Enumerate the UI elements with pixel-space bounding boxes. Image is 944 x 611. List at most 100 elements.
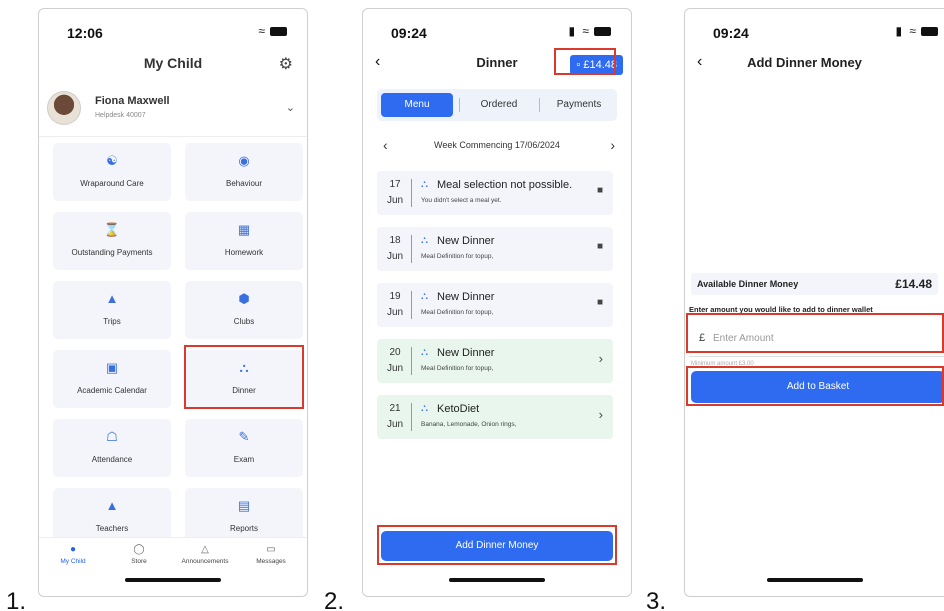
phone-screen-dinner: 09:24 ▮ ≈ ‹ Dinner ▫ £14.48 Menu Ordered… [362, 8, 632, 597]
meal-row[interactable]: 19 Jun ⛬ New Dinner Meal Definition for … [377, 283, 613, 327]
tile-label: Academic Calendar [77, 386, 147, 395]
available-value: £14.48 [895, 277, 932, 291]
lock-icon: ■ [596, 185, 603, 196]
meal-row[interactable]: 20 Jun ⛬ New Dinner Meal Definition for … [377, 339, 613, 383]
attendance-icon: ☖ [106, 429, 118, 444]
chevron-right-icon[interactable]: › [599, 407, 603, 422]
tile-wraparound-care[interactable]: ☯ Wraparound Care [53, 143, 171, 201]
status-bar: 09:24 ▮ ≈ [685, 9, 944, 49]
tab-my-child[interactable]: ● My Child [41, 544, 105, 565]
tile-label: Outstanding Payments [71, 248, 153, 257]
phone-screen-my-child: 12:06 ≈ My Child ⚙ Fiona Maxwell Helpdes… [38, 8, 308, 597]
tile-label: Trips [103, 317, 121, 326]
tab-store[interactable]: ◯ Store [107, 544, 171, 565]
meal-day: 20 [389, 347, 401, 358]
highlight-amount-field [686, 313, 944, 353]
chevron-right-icon[interactable]: › [599, 351, 603, 366]
segmented-control: Menu Ordered Payments [377, 89, 617, 121]
meal-name: New Dinner [437, 291, 495, 303]
avatar [47, 91, 81, 125]
tile-label: Exam [233, 455, 255, 464]
person-icon: ● [69, 544, 77, 555]
cube-icon: ⬢ [238, 291, 250, 306]
available-label: Available Dinner Money [697, 279, 799, 289]
week-navigator: ‹ Week Commencing 17/06/2024 › [363, 137, 631, 155]
tile-label: Behaviour [225, 179, 263, 188]
meal-divider [411, 235, 412, 263]
status-time: 09:24 [391, 25, 427, 41]
cutlery-icon: ⛬ [421, 403, 428, 414]
step-number-2: 2. [324, 588, 345, 611]
tile-trips[interactable]: ▲ Trips [53, 281, 171, 339]
tile-label: Clubs [233, 317, 255, 326]
battery-icon [270, 27, 287, 37]
tile-label: Wraparound Care [80, 179, 144, 188]
hourglass-icon: ⌛ [103, 222, 121, 237]
tile-outstanding-payments[interactable]: ⌛ Outstanding Payments [53, 212, 171, 270]
meal-divider [411, 403, 412, 431]
meal-row[interactable]: 17 Jun ⛬ Meal selection not possible. Yo… [377, 171, 613, 215]
meal-row[interactable]: 21 Jun ⛬ KetoDiet Banana, Lemonade, Onio… [377, 395, 613, 439]
chevron-down-icon[interactable]: ⌄ [286, 101, 295, 114]
week-label: Week Commencing 17/06/2024 [434, 140, 560, 150]
meal-month: Jun [386, 307, 404, 318]
battery-icon [921, 27, 938, 37]
segment-divider [539, 98, 540, 112]
tile-behaviour[interactable]: ◉ Behaviour [185, 143, 303, 201]
highlight-add-money-button [377, 525, 617, 565]
status-time: 09:24 [713, 25, 749, 41]
tab-announcements[interactable]: △ Announcements [173, 544, 237, 565]
meal-name: KetoDiet [437, 403, 480, 415]
meal-month: Jun [386, 419, 404, 430]
tile-attendance[interactable]: ☖ Attendance [53, 419, 171, 477]
tile-academic-calendar[interactable]: ▣ Academic Calendar [53, 350, 171, 408]
child-subtitle: Helpdesk 40007 [95, 112, 146, 119]
tab-label: Announcements [181, 558, 229, 565]
book-icon: ▦ [237, 222, 251, 237]
exam-icon: ✎ [238, 429, 250, 444]
highlight-dinner-tile [184, 345, 304, 409]
available-money-row: Available Dinner Money £14.48 [691, 273, 938, 295]
tile-homework[interactable]: ▦ Homework [185, 212, 303, 270]
wifi-icon: ≈ [258, 24, 267, 38]
trips-icon: ▲ [105, 291, 119, 306]
page-title: My Child [143, 55, 203, 71]
highlight-basket-button [686, 366, 944, 406]
tab-ordered[interactable]: Ordered [463, 93, 535, 117]
tile-label: Teachers [95, 524, 129, 533]
phone-screen-add-dinner-money: 09:24 ▮ ≈ ‹ Add Dinner Money Available D… [684, 8, 944, 597]
meal-month: Jun [386, 195, 404, 206]
status-time: 12:06 [67, 25, 103, 41]
status-icons: ▮ ≈ [895, 24, 938, 38]
tab-label: My Child [60, 558, 86, 565]
tile-label: Homework [224, 248, 264, 257]
meal-divider [411, 179, 412, 207]
chevron-right-icon[interactable]: › [610, 137, 615, 153]
wifi-icon: ≈ [909, 24, 918, 38]
status-icons: ≈ [258, 24, 287, 38]
gear-icon[interactable]: ⚙ [279, 54, 293, 74]
page-title: Add Dinner Money [747, 55, 862, 70]
report-icon: ▤ [237, 498, 251, 513]
child-selector[interactable]: Fiona Maxwell Helpdesk 40007 ⌄ [39, 81, 307, 137]
meal-subtitle: Banana, Lemonade, Onion rings, [421, 421, 517, 428]
status-icons: ▮ ≈ [568, 24, 611, 38]
calendar-icon: ▣ [105, 360, 119, 375]
highlight-balance-chip [554, 48, 616, 75]
tab-payments[interactable]: Payments [543, 93, 615, 117]
tile-exam[interactable]: ✎ Exam [185, 419, 303, 477]
tab-label: Store [131, 558, 147, 565]
home-indicator [125, 578, 221, 582]
wifi-icon: ≈ [582, 24, 591, 38]
meal-row[interactable]: 18 Jun ⛬ New Dinner Meal Definition for … [377, 227, 613, 271]
segment-divider [459, 98, 460, 112]
status-bar: 09:24 ▮ ≈ [363, 9, 631, 49]
lock-icon: ■ [596, 241, 603, 252]
chat-icon: ▭ [266, 544, 276, 555]
meal-day: 19 [389, 291, 401, 302]
tile-clubs[interactable]: ⬢ Clubs [185, 281, 303, 339]
tab-messages[interactable]: ▭ Messages [239, 544, 303, 565]
step-number-1: 1. [6, 588, 27, 611]
tab-menu[interactable]: Menu [381, 93, 453, 117]
home-indicator [766, 578, 863, 582]
